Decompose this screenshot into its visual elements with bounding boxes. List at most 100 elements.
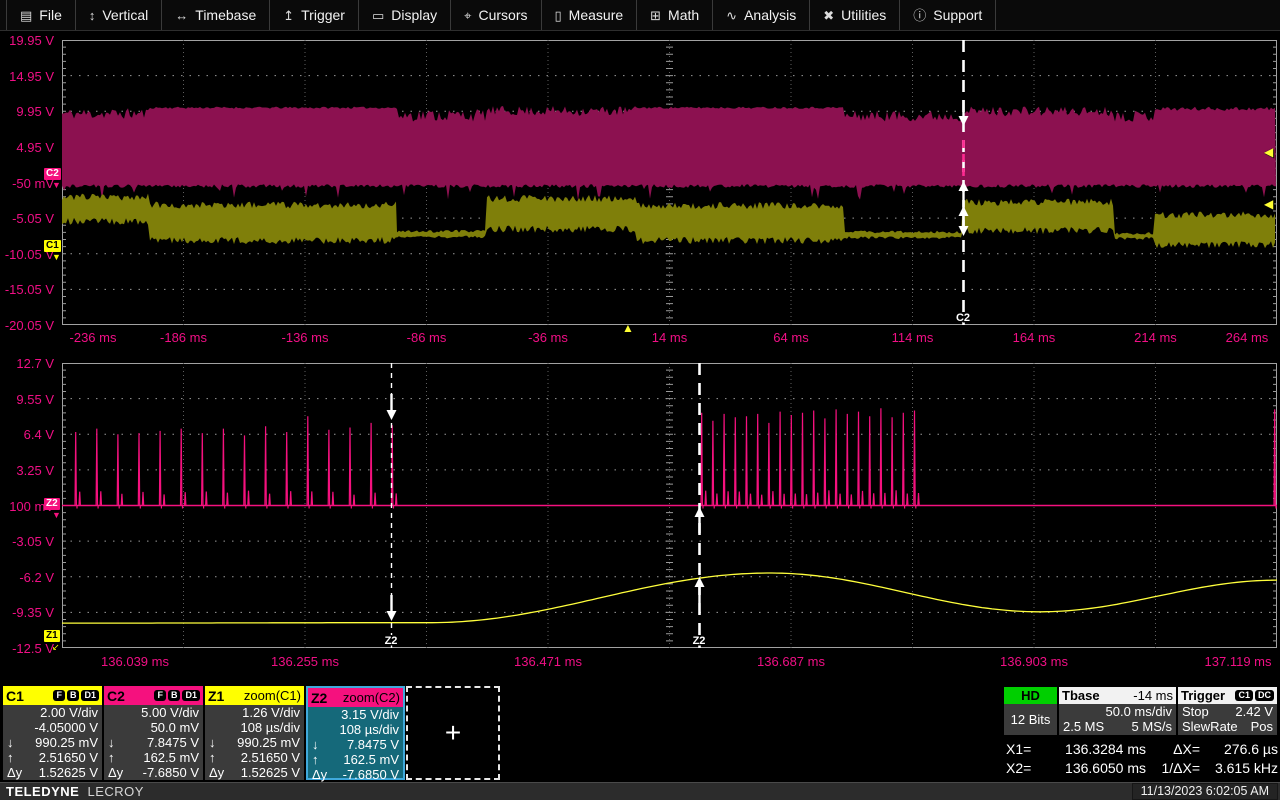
badge-f: F	[53, 690, 65, 701]
cursor-label: Z2	[693, 635, 706, 647]
readout-value: 1.52625 V	[231, 765, 300, 780]
utilities-icon: ✖	[823, 9, 834, 22]
trigger-coupling-badge: DC	[1255, 690, 1274, 701]
y-axis-label: 9.55 V	[16, 392, 54, 407]
readout-value: 990.25 mV	[29, 735, 98, 750]
readout-value: 7.8475 V	[334, 737, 399, 752]
menu-item-math[interactable]: ⊞Math	[637, 0, 713, 30]
trigger-level: 2.42 V	[1235, 704, 1273, 719]
bottom-grid-x-axis: 136.039 ms136.255 ms136.471 ms136.687 ms…	[0, 654, 1280, 671]
bottom-waveform-display[interactable]: Z2Z2	[62, 363, 1277, 648]
channel-descriptor-c2[interactable]: C2FBD15.00 V/div50.0 mV↓7.8475 V↑162.5 m…	[104, 686, 203, 780]
add-trace-box[interactable]: +	[406, 686, 500, 780]
channel-readout-row: Δy1.52625 V	[205, 765, 304, 780]
bottom-trace-tag-arrow: ↙	[52, 643, 60, 652]
x-axis-label: 136.903 ms	[1000, 654, 1068, 669]
readout-value: 3.15 V/div	[334, 707, 399, 722]
readout-icon: ↑	[209, 750, 231, 765]
menu-item-label: Vertical	[102, 7, 148, 23]
z2-waveform	[75, 408, 1277, 508]
bottom-trace-tag-z1[interactable]: Z1	[44, 630, 60, 642]
channel-descriptor-c1[interactable]: C1FBD12.00 V/div-4.05000 V↓990.25 mV↑2.5…	[3, 686, 102, 780]
badge-f: F	[154, 690, 166, 701]
channel-descriptor-z2[interactable]: Z2zoom(C2)3.15 V/div108 µs/div↓7.8475 V↑…	[306, 686, 405, 780]
teledyne-lecroy-logo: TELEDYNE LECROY	[0, 784, 144, 799]
readout-value: 7.8475 V	[130, 735, 199, 750]
trigger-level-marker[interactable]: ◀	[1264, 198, 1273, 210]
top-trace-tag-c1[interactable]: C1	[44, 240, 61, 252]
badge-d1: D1	[182, 690, 200, 701]
measure-icon: ▯	[555, 9, 562, 22]
channel-header-c1: C1FBD1	[3, 686, 102, 705]
readout-icon	[108, 720, 130, 735]
channel-subtitle: zoom(C1)	[227, 688, 301, 703]
channel-readout-row: ↑2.51650 V	[3, 750, 102, 765]
menu-item-analysis[interactable]: ∿ Analysis	[713, 0, 810, 30]
menu-item-label: Analysis	[744, 7, 796, 23]
readout-value: 162.5 mV	[130, 750, 199, 765]
channel-readout-row: ↓7.8475 V	[308, 737, 403, 752]
y-axis-label: 12.7 V	[16, 356, 54, 371]
readout-value: 50.0 mV	[130, 720, 199, 735]
math-icon: ⊞	[650, 9, 661, 22]
menu-item-timebase[interactable]: ↔Timebase	[162, 0, 270, 30]
top-waveform-display[interactable]: C2	[62, 40, 1277, 325]
x1-value: 136.3284 ms	[1042, 740, 1146, 759]
display-icon: ▭	[372, 9, 384, 22]
menu-item-utilities[interactable]: ✖Utilities	[810, 0, 900, 30]
badge-b: B	[168, 690, 181, 701]
analysis-icon: ∿	[726, 9, 737, 22]
trigger-box[interactable]: Trigger C1 DC Stop 2.42 V SlewRate Pos	[1178, 687, 1277, 735]
brand-teledyne: TELEDYNE	[6, 784, 79, 799]
menu-item-cursors[interactable]: ⌖Cursors	[451, 0, 541, 30]
timebase-box[interactable]: Tbase -14 ms 50.0 ms/div 2.5 MS 5 MS/s	[1059, 687, 1176, 735]
bottom-grid-y-axis: 12.7 V9.55 V6.4 V3.25 V100 mV-3.05 V-6.2…	[0, 363, 58, 663]
channel-readout-row: 1.26 V/div	[205, 705, 304, 720]
trigger-position-marker[interactable]: ▲	[622, 322, 634, 334]
channel-readout-row: Δy-7.6850 V	[104, 765, 203, 780]
readout-value: 1.52625 V	[29, 765, 98, 780]
channel-header-c2: C2FBD1	[104, 686, 203, 705]
channel-header-z1: Z1zoom(C1)	[205, 686, 304, 705]
datetime-display: 11/13/2023 6:02:05 AM	[1132, 783, 1278, 800]
y-axis-label: -9.35 V	[12, 605, 54, 620]
y-axis-label: -15.05 V	[5, 282, 54, 297]
timebase-delay: -14 ms	[1133, 688, 1173, 703]
cursors-icon: ⌖	[464, 9, 471, 22]
channel-descriptor-z1[interactable]: Z1zoom(C1)1.26 V/div108 µs/div↓990.25 mV…	[205, 686, 304, 780]
c1-waveform	[62, 194, 1275, 249]
readout-icon: Δy	[312, 767, 334, 782]
trigger-icon: ↥	[283, 9, 294, 22]
channel-readout-row: Δy1.52625 V	[3, 765, 102, 780]
menu-item-trigger[interactable]: ↥Trigger	[270, 0, 359, 30]
menu-item-label: Support	[933, 7, 982, 23]
trigger-type: SlewRate	[1182, 719, 1238, 734]
channel-badges: FBD1	[128, 690, 200, 701]
file-icon: ▤	[20, 9, 32, 22]
x-axis-label: 136.039 ms	[101, 654, 169, 669]
bottom-trace-tag-z2[interactable]: Z2	[44, 498, 60, 510]
brand-lecroy: LECROY	[87, 784, 143, 799]
x-axis-label: 264 ms	[1226, 330, 1269, 345]
channel-badges: FBD1	[27, 690, 99, 701]
trigger-level-marker[interactable]: ◀	[1264, 146, 1273, 158]
timebase-rate: 5 MS/s	[1132, 719, 1172, 734]
channel-subtitle: zoom(C2)	[330, 690, 400, 705]
channel-readout-row: Δy-7.6850 V	[308, 767, 403, 782]
menu-item-support[interactable]: ⓘSupport	[900, 0, 996, 30]
top-trace-tag-arrow: ▼	[52, 253, 61, 262]
readout-icon: ↓	[209, 735, 231, 750]
menu-item-display[interactable]: ▭Display	[359, 0, 451, 30]
top-trace-tag-c2[interactable]: C2	[44, 168, 61, 180]
trigger-title: Trigger	[1181, 688, 1225, 703]
x-axis-label: 136.687 ms	[757, 654, 825, 669]
x-axis-label: 136.471 ms	[514, 654, 582, 669]
menu-item-measure[interactable]: ▯Measure	[542, 0, 638, 30]
x-axis-label: 64 ms	[773, 330, 808, 345]
menu-item-vertical[interactable]: ↕Vertical	[76, 0, 162, 30]
timebase-per-div: 50.0 ms/div	[1106, 704, 1172, 719]
readout-value: -4.05000 V	[29, 720, 98, 735]
hd-mode-box[interactable]: HD 12 Bits	[1004, 687, 1057, 735]
y-axis-label: -6.2 V	[19, 570, 54, 585]
menu-item-file[interactable]: ▤File	[6, 0, 76, 30]
